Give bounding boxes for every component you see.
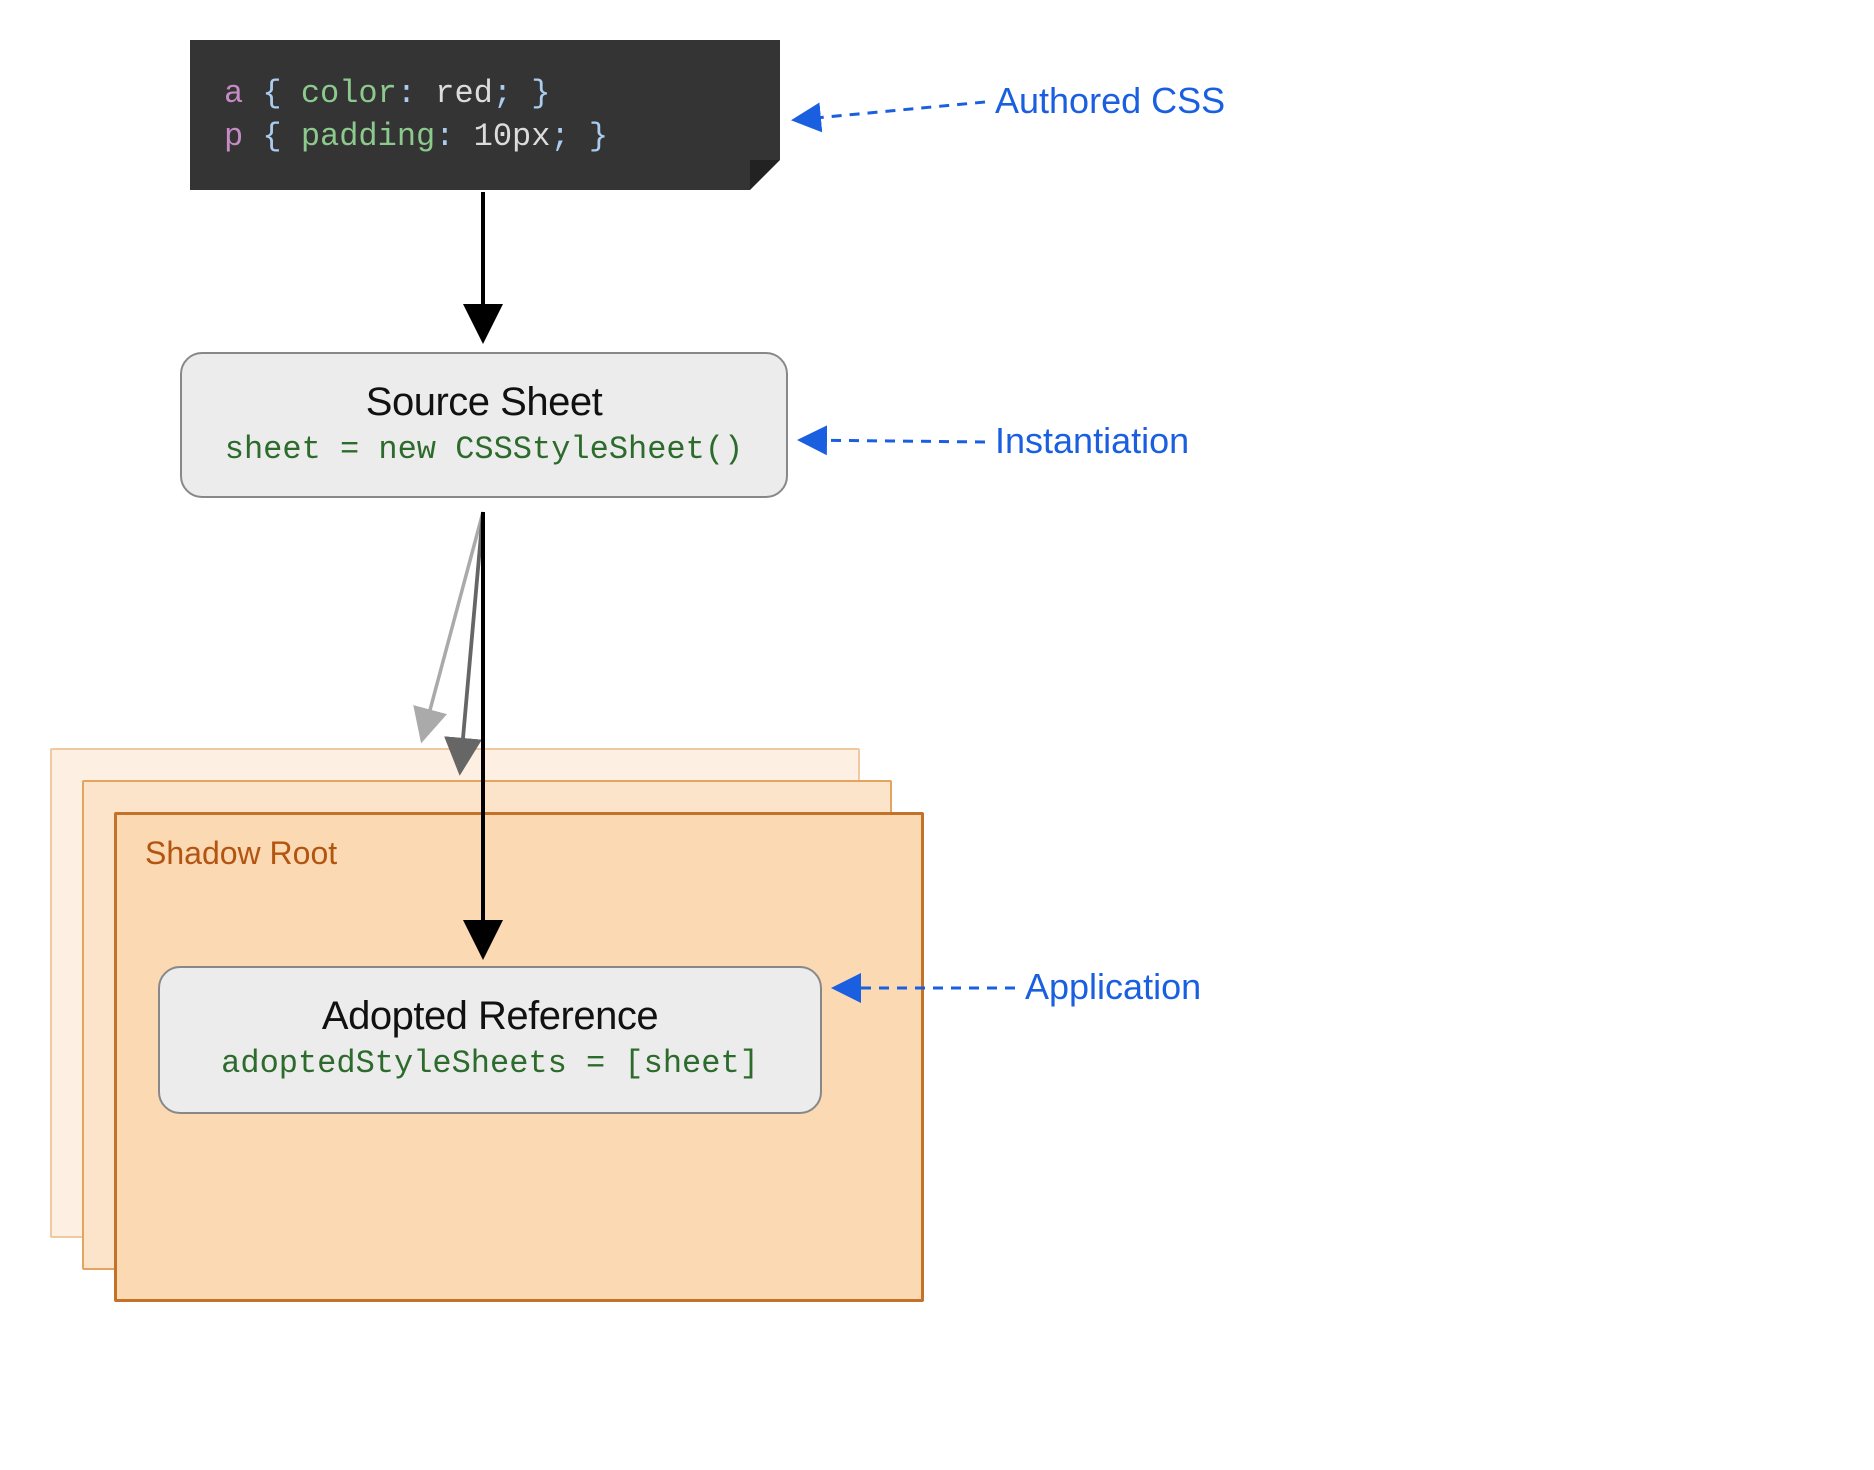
code-value: red [435, 75, 493, 112]
shadow-root-label: Shadow Root [145, 835, 893, 872]
annotation-application: Application [1025, 966, 1201, 1008]
arrow-sheet-to-root-back [422, 512, 483, 740]
annotation-instantiation: Instantiation [995, 420, 1189, 462]
source-sheet-title: Source Sheet [202, 380, 766, 425]
adopted-reference-box: Adopted Reference adoptedStyleSheets = [… [158, 966, 822, 1114]
authored-css-code-block: a { color: red; } p { padding: 10px; } [190, 40, 780, 190]
source-sheet-box: Source Sheet sheet = new CSSStyleSheet() [180, 352, 788, 498]
code-selector: p [224, 118, 243, 155]
code-line-2: p { padding: 10px; } [224, 115, 746, 158]
diagram-canvas: a { color: red; } p { padding: 10px; } S… [40, 40, 1290, 1320]
adopted-reference-title: Adopted Reference [180, 994, 800, 1039]
code-value: 10px [474, 118, 551, 155]
code-property: color [301, 75, 397, 112]
code-line-1: a { color: red; } [224, 72, 746, 115]
code-selector: a [224, 75, 243, 112]
annotation-authored-css: Authored CSS [995, 80, 1225, 122]
source-sheet-code: sheet = new CSSStyleSheet() [202, 431, 766, 468]
dog-ear-icon [750, 160, 780, 190]
adopted-reference-code: adoptedStyleSheets = [sheet] [180, 1045, 800, 1082]
arrow-sheet-to-root-mid [460, 512, 483, 772]
arrow-annotation-instantiation [800, 440, 985, 442]
arrow-annotation-authored-css [794, 102, 985, 120]
code-property: padding [301, 118, 435, 155]
